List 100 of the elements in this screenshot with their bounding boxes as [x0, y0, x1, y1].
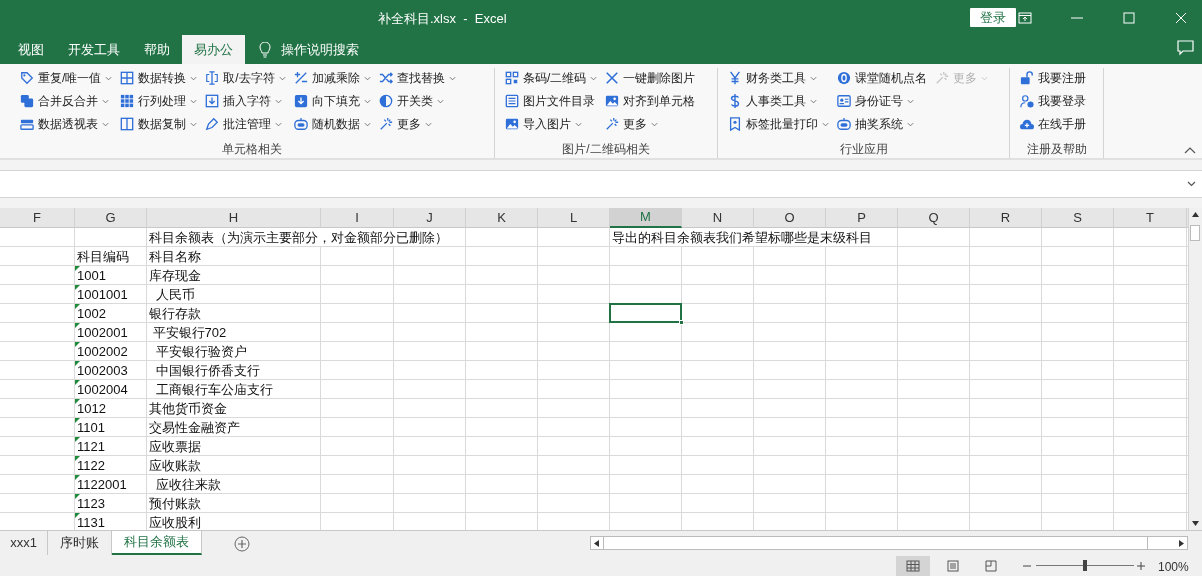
ribbon-button[interactable]: 行列处理 — [120, 91, 198, 111]
group-label: 注册及帮助 — [1026, 141, 1087, 158]
sheet-tab[interactable]: xxx1 — [0, 531, 48, 555]
ribbon-button[interactable]: 向下填充 — [293, 91, 371, 111]
ribbon-button[interactable]: 插入字符 — [205, 91, 286, 111]
caret-icon — [810, 98, 817, 104]
ribbon-display-icon[interactable] — [1018, 10, 1032, 25]
caret-icon — [278, 75, 286, 81]
ribbon-button[interactable]: 更多 — [378, 114, 456, 134]
ribbon-button[interactable]: 对齐到单元格 — [605, 91, 696, 111]
ribbon-button[interactable]: 数据透视表 — [20, 114, 113, 134]
ribbon-button[interactable]: 加减乘除 — [293, 68, 371, 88]
ribbon-button[interactable]: 数据复制 — [120, 114, 198, 134]
grid-icon — [120, 94, 135, 108]
login-button[interactable]: 登录 — [970, 8, 1016, 27]
cell-text: 预付账款 — [147, 494, 204, 512]
scroll-down-icon[interactable] — [1192, 521, 1199, 526]
cell-text: 应收账款 — [147, 456, 204, 474]
ribbon-button[interactable]: 导入图片 — [505, 114, 598, 134]
caret-icon — [363, 75, 371, 81]
ribbon-tab[interactable]: 开发工具 — [56, 35, 132, 64]
maximize-icon[interactable] — [1122, 10, 1136, 25]
robot-icon — [837, 117, 851, 131]
expand-formula-bar-icon[interactable] — [1187, 181, 1196, 187]
scroll-up-icon[interactable] — [1192, 212, 1199, 217]
caret-icon — [190, 121, 198, 127]
bookmark-icon — [728, 117, 742, 131]
shuffle-icon — [378, 71, 393, 85]
ribbon-button[interactable]: 身份证号 — [837, 91, 927, 111]
ribbon-button[interactable]: 批注管理 — [205, 114, 286, 134]
ribbon-button[interactable]: 我要注册 — [1020, 68, 1086, 88]
horizontal-scrollbar[interactable] — [590, 536, 1188, 550]
image-icon — [505, 117, 519, 131]
cell-text: 其他货币资金 — [147, 399, 230, 417]
collapse-ribbon-icon[interactable] — [1184, 147, 1196, 154]
scroll-right-icon[interactable] — [1179, 540, 1184, 547]
caret-icon — [651, 121, 659, 127]
squares-icon — [20, 94, 34, 108]
ribbon-button[interactable]: 重复/唯一值 — [20, 68, 113, 88]
ribbon-tab[interactable]: 易办公 — [182, 35, 245, 64]
image-icon — [605, 94, 620, 108]
close-icon[interactable] — [1174, 10, 1188, 25]
ribbon-button[interactable]: 我要登录 — [1020, 91, 1086, 111]
ribbon-button[interactable]: 合并反合并 — [20, 91, 113, 111]
comment-icon[interactable] — [1177, 40, 1194, 56]
ribbon-button[interactable]: 抽奖系统 — [837, 114, 927, 134]
vertical-scrollbar[interactable] — [1188, 208, 1202, 530]
tell-me-search-field[interactable]: 操作说明搜索 — [259, 35, 359, 64]
ribbon-button[interactable]: 取/去字符 — [205, 68, 286, 88]
zoom-slider[interactable] — [1036, 560, 1134, 572]
column-header[interactable]: M — [610, 208, 682, 228]
zoom-in-icon[interactable] — [1137, 562, 1145, 570]
view-button[interactable] — [896, 556, 930, 576]
ribbon-button[interactable]: 查找替换 — [378, 68, 456, 88]
dollar-icon — [728, 94, 742, 108]
cell-text: 应收票据 — [147, 437, 204, 455]
scroll-left-icon[interactable] — [594, 540, 599, 547]
sheet-tab[interactable]: 科目余额表 — [112, 531, 202, 555]
scroll-thumb[interactable] — [603, 537, 1148, 549]
ribbon-button[interactable]: 在线手册 — [1020, 114, 1086, 134]
caret-icon — [105, 75, 113, 81]
ribbon-tab[interactable]: 视图 — [6, 35, 56, 64]
group-label: 图片/二维码相关 — [562, 141, 650, 158]
ribbon-button[interactable]: 课堂随机点名 — [837, 68, 927, 88]
ribbon-button[interactable]: 图片文件目录 — [505, 91, 598, 111]
ribbon-button[interactable]: 标签批量打印 — [728, 114, 829, 134]
zoom-slider-thumb[interactable] — [1083, 560, 1087, 571]
toggle-icon — [378, 94, 393, 108]
caret-icon — [102, 98, 109, 104]
caret-icon — [102, 121, 109, 127]
cell-text: 科目编码 — [75, 247, 132, 265]
cell-text: 库存现金 — [147, 266, 204, 284]
robot-icon — [293, 117, 308, 131]
arrow-down-icon — [293, 94, 308, 108]
sparkle-icon — [378, 117, 393, 131]
scroll-thumb[interactable] — [1190, 225, 1200, 241]
caret-icon — [822, 121, 829, 127]
caret-icon — [363, 121, 371, 127]
ribbon-button[interactable]: 随机数据 — [293, 114, 371, 134]
add-sheet-icon[interactable] — [234, 536, 250, 552]
circle-icon — [837, 71, 851, 85]
group-label: 单元格相关 — [222, 141, 282, 158]
caret-icon — [275, 98, 283, 104]
ribbon-button[interactable]: 财务类工具 — [728, 68, 829, 88]
page-layout-icon — [946, 560, 960, 572]
ribbon-button[interactable]: 数据转换 — [120, 68, 198, 88]
ribbon-button[interactable]: 人事类工具 — [728, 91, 829, 111]
ribbon-button[interactable]: 更多 — [605, 114, 696, 134]
ribbon-button[interactable]: 开关类 — [378, 91, 456, 111]
list-icon — [505, 94, 519, 108]
zoom-level[interactable]: 100% — [1158, 558, 1189, 576]
ribbon-button[interactable]: 一键删除图片 — [605, 68, 696, 88]
sparkle-icon — [605, 117, 620, 131]
ribbon-tab[interactable]: 帮助 — [132, 35, 182, 64]
cell-text: 交易性金融资产 — [147, 418, 243, 436]
insert-icon — [205, 94, 220, 108]
window-title: 补全科目.xlsx - Excel — [378, 10, 507, 28]
caret-icon — [190, 75, 198, 81]
ribbon-button[interactable]: 条码/二维码 — [505, 68, 598, 88]
caret-icon — [575, 121, 582, 127]
